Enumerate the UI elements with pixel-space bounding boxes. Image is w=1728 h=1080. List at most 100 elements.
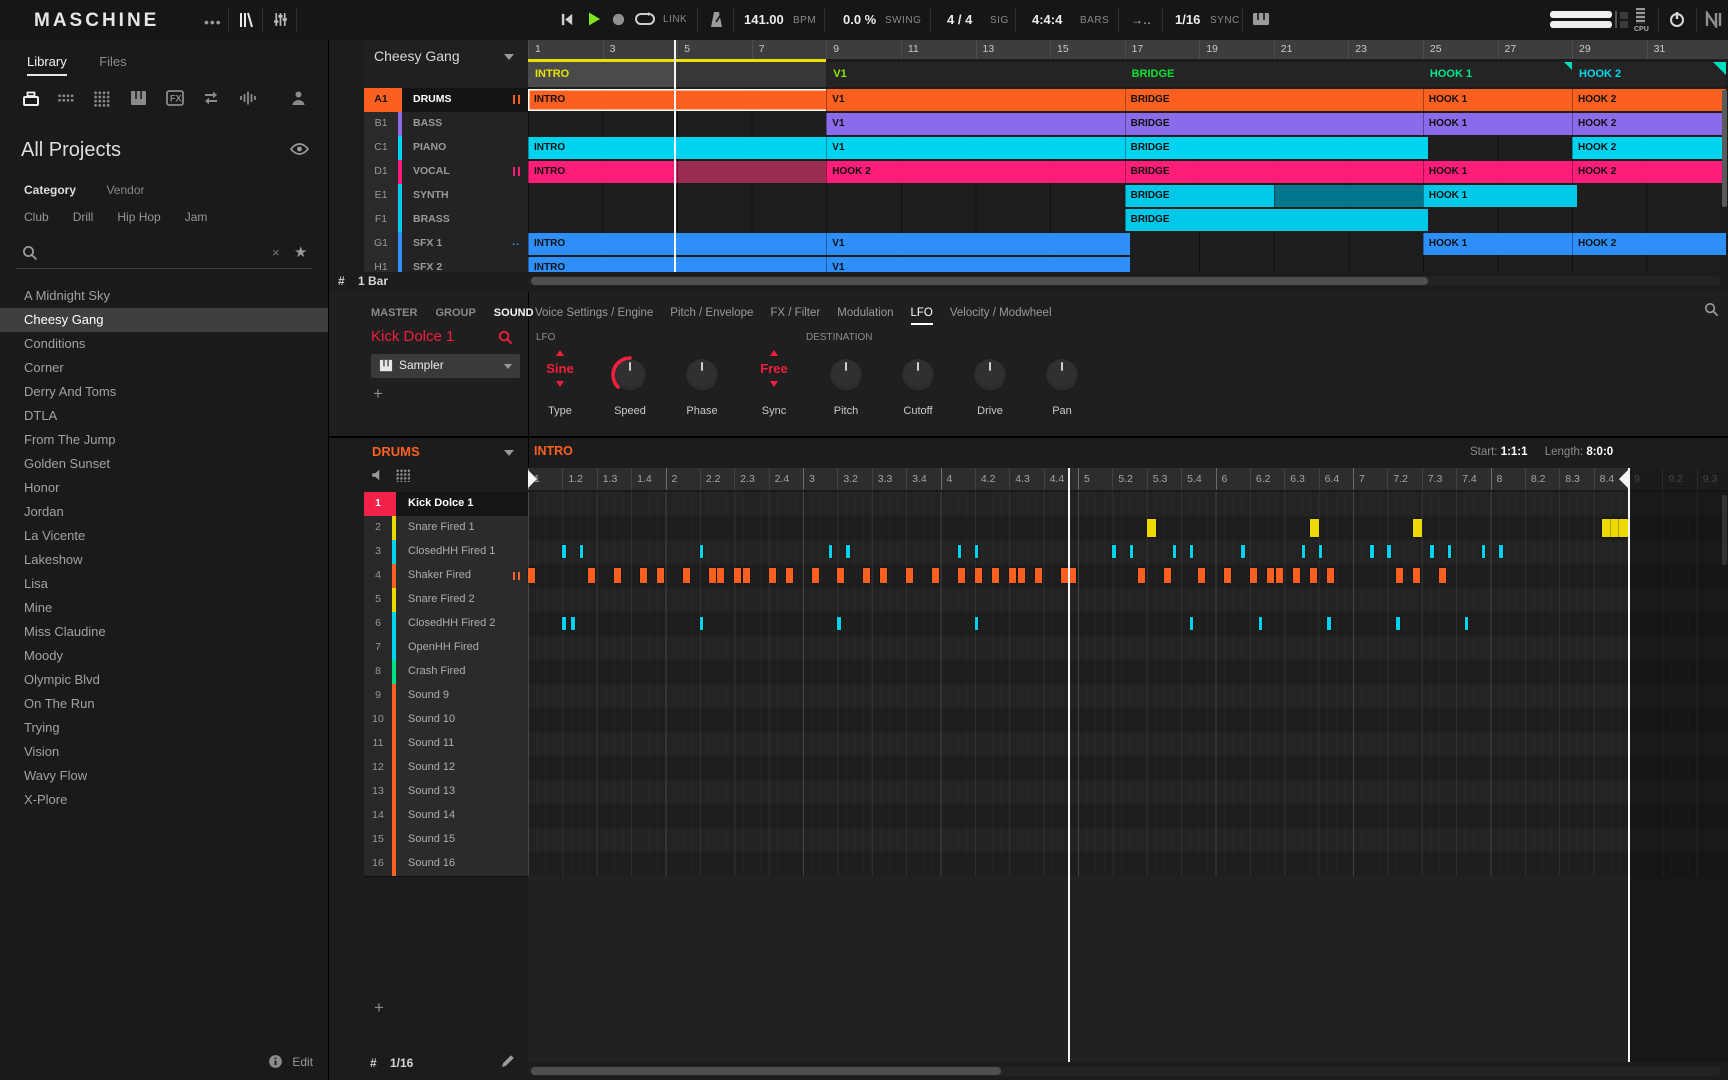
clip-hook-1[interactable]: HOOK 1 xyxy=(1423,233,1577,255)
sync-value[interactable]: 1/16 xyxy=(1175,12,1200,27)
pad-grid-icon[interactable] xyxy=(396,469,410,482)
add-plugin-button[interactable]: + xyxy=(373,384,383,404)
note-event[interactable] xyxy=(932,568,939,583)
pattern-row[interactable] xyxy=(528,660,1728,685)
project-item[interactable]: Mine xyxy=(0,596,328,620)
pattern-row[interactable] xyxy=(528,804,1728,829)
sound-search-icon[interactable] xyxy=(498,330,513,345)
section-intro[interactable]: INTRO xyxy=(528,62,831,87)
clip-intro[interactable]: INTRO xyxy=(528,89,831,111)
filter-chip-drill[interactable]: Drill xyxy=(73,210,94,224)
pattern-row[interactable] xyxy=(528,852,1728,877)
pattern-row[interactable] xyxy=(528,780,1728,805)
power-icon[interactable] xyxy=(1668,10,1686,28)
clip-v1[interactable]: V1 xyxy=(826,257,1129,272)
sound-row-sound-16[interactable]: 16 Sound 16 xyxy=(364,852,528,877)
track-header-bass[interactable]: B1 BASS xyxy=(364,112,528,137)
arranger-vscrollbar-thumb[interactable] xyxy=(1722,90,1727,207)
note-event[interactable] xyxy=(640,568,647,583)
pattern-row[interactable] xyxy=(528,756,1728,781)
note-event[interactable] xyxy=(1164,568,1171,583)
sound-row-sound-14[interactable]: 14 Sound 14 xyxy=(364,804,528,829)
note-event[interactable] xyxy=(1413,519,1422,537)
sig-value[interactable]: 4 / 4 xyxy=(947,12,972,27)
track-header-synth[interactable]: E1 SYNTH xyxy=(364,184,528,209)
pattern-row[interactable] xyxy=(528,516,1728,541)
sound-row-sound-9[interactable]: 9 Sound 9 xyxy=(364,684,528,709)
search-input[interactable] xyxy=(46,243,265,260)
filter-chip-hip-hop[interactable]: Hip Hop xyxy=(117,210,160,224)
clip-hook-1[interactable]: HOOK 1 xyxy=(1423,185,1577,207)
project-item[interactable]: Miss Claudine xyxy=(0,620,328,644)
note-event[interactable] xyxy=(863,568,870,583)
project-item[interactable]: On The Run xyxy=(0,692,328,716)
track-header-sfx-1[interactable]: G1 SFX 1.. xyxy=(364,232,528,257)
sound-row-closedhh-fired-1[interactable]: 3 ClosedHH Fired 1 xyxy=(364,540,528,565)
mixer-toggle-icon[interactable] xyxy=(272,11,289,28)
note-event[interactable] xyxy=(1276,568,1283,583)
note-event[interactable] xyxy=(880,568,887,583)
edit-button[interactable]: Edit xyxy=(292,1055,313,1069)
sound-mute-icon[interactable] xyxy=(513,572,520,580)
note-event[interactable] xyxy=(1018,568,1025,583)
note-event[interactable] xyxy=(1499,545,1503,558)
track-lane[interactable]: BRIDGE xyxy=(528,208,1721,233)
track-lane[interactable]: V1BRIDGEHOOK 1HOOK 2 xyxy=(528,112,1721,137)
project-dropdown[interactable]: Cheesy Gang xyxy=(374,48,460,64)
clip-hook-2[interactable]: HOOK 2 xyxy=(1572,161,1726,183)
pattern-hscrollbar-thumb[interactable] xyxy=(531,1067,1001,1075)
clip-intro[interactable]: INTRO xyxy=(528,161,682,183)
channel-tab-master[interactable]: MASTER xyxy=(371,307,417,319)
note-event[interactable] xyxy=(743,568,750,583)
note-event[interactable] xyxy=(1370,545,1374,558)
favorite-star-icon[interactable]: ★ xyxy=(294,243,307,261)
drive-knob[interactable] xyxy=(973,358,1007,392)
type-selector[interactable]: Sine xyxy=(528,350,592,387)
clip-hook-2[interactable]: HOOK 2 xyxy=(1572,89,1726,111)
browser-toggle-icon[interactable] xyxy=(238,11,254,29)
project-item[interactable]: Wavy Flow xyxy=(0,764,328,788)
pattern-start-marker[interactable] xyxy=(528,470,537,488)
note-event[interactable] xyxy=(786,568,793,583)
pencil-icon[interactable] xyxy=(500,1053,516,1069)
note-event[interactable] xyxy=(1327,617,1331,630)
clip-hook-2[interactable]: HOOK 2 xyxy=(826,161,1129,183)
sound-row-openhh-fired[interactable]: 7 OpenHH Fired xyxy=(364,636,528,661)
note-event[interactable] xyxy=(683,568,690,583)
fx-icon[interactable]: FX xyxy=(166,90,184,106)
note-event[interactable] xyxy=(1138,568,1145,583)
note-event[interactable] xyxy=(1241,545,1245,558)
project-item[interactable]: Moody xyxy=(0,644,328,668)
play-button[interactable] xyxy=(586,11,602,27)
track-header-vocal[interactable]: D1 VOCAL xyxy=(364,160,528,185)
bars-value[interactable]: 4:4:4 xyxy=(1032,12,1062,27)
project-item[interactable]: Jordan xyxy=(0,500,328,524)
sound-row-snare-fired-1[interactable]: 2 Snare Fired 1 xyxy=(364,516,528,541)
track-header-brass[interactable]: F1 BRASS xyxy=(364,208,528,233)
length-value[interactable]: 8:0:0 xyxy=(1586,446,1613,458)
note-event[interactable] xyxy=(1327,568,1334,583)
clip-intro[interactable]: INTRO xyxy=(528,137,831,159)
note-event[interactable] xyxy=(1465,617,1469,630)
arranger-hscrollbar[interactable] xyxy=(528,276,1721,286)
metronome-icon[interactable] xyxy=(708,10,725,29)
chevron-down-icon[interactable] xyxy=(504,450,514,456)
swing-value[interactable]: 0.0 % xyxy=(843,12,876,27)
project-item[interactable]: Corner xyxy=(0,356,328,380)
bpm-value[interactable]: 141.00 xyxy=(744,12,784,27)
add-sound-button[interactable]: + xyxy=(374,998,384,1018)
info-icon[interactable] xyxy=(268,1054,283,1069)
track-mute-icon[interactable] xyxy=(513,95,520,104)
track-mute-icon[interactable] xyxy=(513,167,520,176)
note-event[interactable] xyxy=(1430,545,1434,558)
track-lane[interactable]: INTROV1 xyxy=(528,256,1721,272)
sound-name[interactable]: Kick Dolce 1 xyxy=(371,328,454,345)
clip-unnamed[interactable] xyxy=(1274,185,1428,207)
project-item[interactable]: A Midnight Sky xyxy=(0,284,328,308)
instruments-icon[interactable] xyxy=(130,90,147,106)
follow-icon[interactable]: →‥ xyxy=(1131,13,1150,27)
plugin-selector[interactable]: Sampler xyxy=(371,354,520,378)
note-event[interactable] xyxy=(1310,568,1317,583)
clip-unnamed[interactable] xyxy=(677,161,831,183)
project-item[interactable]: La Vicente xyxy=(0,524,328,548)
